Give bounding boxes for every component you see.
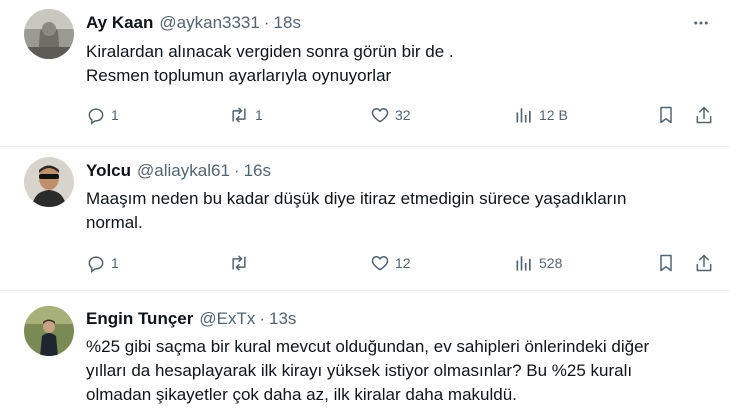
reply-button[interactable]: 1 [86,102,119,128]
tweet-text-line: Maaşım neden bu kadar düşük diye itiraz … [86,189,627,208]
avatar-image [24,9,74,59]
views-count: 528 [539,255,563,271]
tweet-text-line: Kiralardan alınacak vergiden sonra görün… [86,42,454,61]
user-handle[interactable]: @ExTx [199,309,255,329]
retweet-count: 1 [255,107,263,123]
timestamp[interactable]: 13s [269,309,296,329]
reply-icon [88,256,104,273]
tweet-header: Ay Kaan @aykan3331 · 18s [86,11,301,35]
more-options-icon[interactable] [690,12,712,34]
avatar[interactable] [24,157,74,207]
display-name[interactable]: Engin Tunçer [86,309,193,329]
avatar[interactable] [24,9,74,59]
views-chart-icon [516,256,531,271]
reply-icon [88,108,104,125]
bookmark-icon [660,254,672,272]
retweet-icon [232,255,246,271]
tweet-text: Kiralardan alınacak vergiden sonra görün… [86,40,706,88]
tweet-actions: 1 12 528 [86,250,716,276]
retweet-button[interactable]: 1 [228,102,263,128]
avatar-image [24,157,74,207]
share-button[interactable] [694,102,714,128]
avatar-image [24,306,74,356]
tweet-actions: 1 1 32 12 B [86,102,716,128]
bookmark-button[interactable] [656,102,676,128]
views-button[interactable]: 12 B [514,102,568,128]
bookmark-button[interactable] [656,250,676,276]
share-icon [696,254,712,272]
like-count: 12 [395,255,411,271]
views-chart-icon [516,108,531,123]
views-button[interactable]: 528 [514,250,562,276]
tweet-2[interactable]: Yolcu @aliaykal61 · 16s Maaşım neden bu … [0,147,730,290]
retweet-button[interactable] [228,250,255,276]
heart-icon [371,255,389,271]
bookmark-icon [660,106,672,124]
display-name[interactable]: Ay Kaan [86,13,153,33]
share-icon [696,106,712,124]
heart-icon [371,107,389,123]
share-button[interactable] [694,250,714,276]
tweet-text: %25 gibi saçma bir kural mevcut olduğund… [86,335,706,407]
tweet-text-line: %25 gibi saçma bir kural mevcut olduğund… [86,337,650,356]
reply-button[interactable]: 1 [86,250,119,276]
views-count: 12 B [539,107,568,123]
tweet-3[interactable]: Engin Tunçer @ExTx · 13s %25 gibi saçma … [0,291,730,420]
reply-count: 1 [111,107,119,123]
user-handle[interactable]: @aliaykal61 [137,161,230,181]
user-handle[interactable]: @aykan3331 [159,13,259,33]
display-name[interactable]: Yolcu [86,161,131,181]
tweet-1[interactable]: Ay Kaan @aykan3331 · 18s Kiralardan alın… [0,0,730,146]
tweet-header: Engin Tunçer @ExTx · 13s [86,307,296,331]
reply-count: 1 [111,255,119,271]
tweet-text-line: Resmen toplumun ayarlarıyla oynuyorlar [86,66,392,85]
retweet-icon [232,107,246,123]
timestamp[interactable]: 16s [244,161,271,181]
tweet-text: Maaşım neden bu kadar düşük diye itiraz … [86,187,706,235]
like-button[interactable]: 32 [370,102,411,128]
timestamp[interactable]: 18s [274,13,301,33]
like-count: 32 [395,107,411,123]
tweet-header: Yolcu @aliaykal61 · 16s [86,159,271,183]
avatar[interactable] [24,306,74,356]
tweet-text-line: olmadan şikayetler çok daha az, ilk kira… [86,385,517,404]
tweet-text-line: normal. [86,213,143,232]
separator-dot: · [263,13,270,32]
tweet-text-line: yılları da hesaplayarak ilk kirayı yükse… [86,361,633,380]
separator-dot: · [259,309,266,328]
like-button[interactable]: 12 [370,250,411,276]
separator-dot: · [233,161,240,180]
